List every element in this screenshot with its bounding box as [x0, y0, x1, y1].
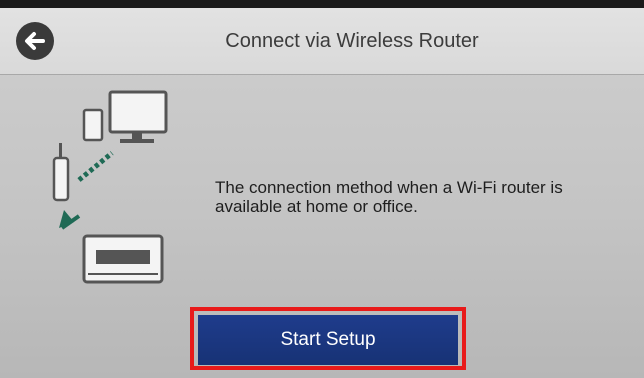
back-button[interactable] [16, 22, 54, 60]
printer-icon [82, 234, 164, 284]
connection-description: The connection method when a Wi-Fi route… [215, 178, 563, 216]
header-bar: Connect via Wireless Router [0, 8, 644, 75]
monitor-icon [108, 90, 168, 143]
phone-icon [82, 108, 104, 142]
arrow-left-icon [25, 32, 45, 50]
start-setup-button[interactable]: Start Setup [198, 315, 458, 365]
wireless-router-illustration [52, 90, 168, 284]
page-title: Connect via Wireless Router [225, 30, 479, 52]
router-icon [52, 143, 70, 202]
